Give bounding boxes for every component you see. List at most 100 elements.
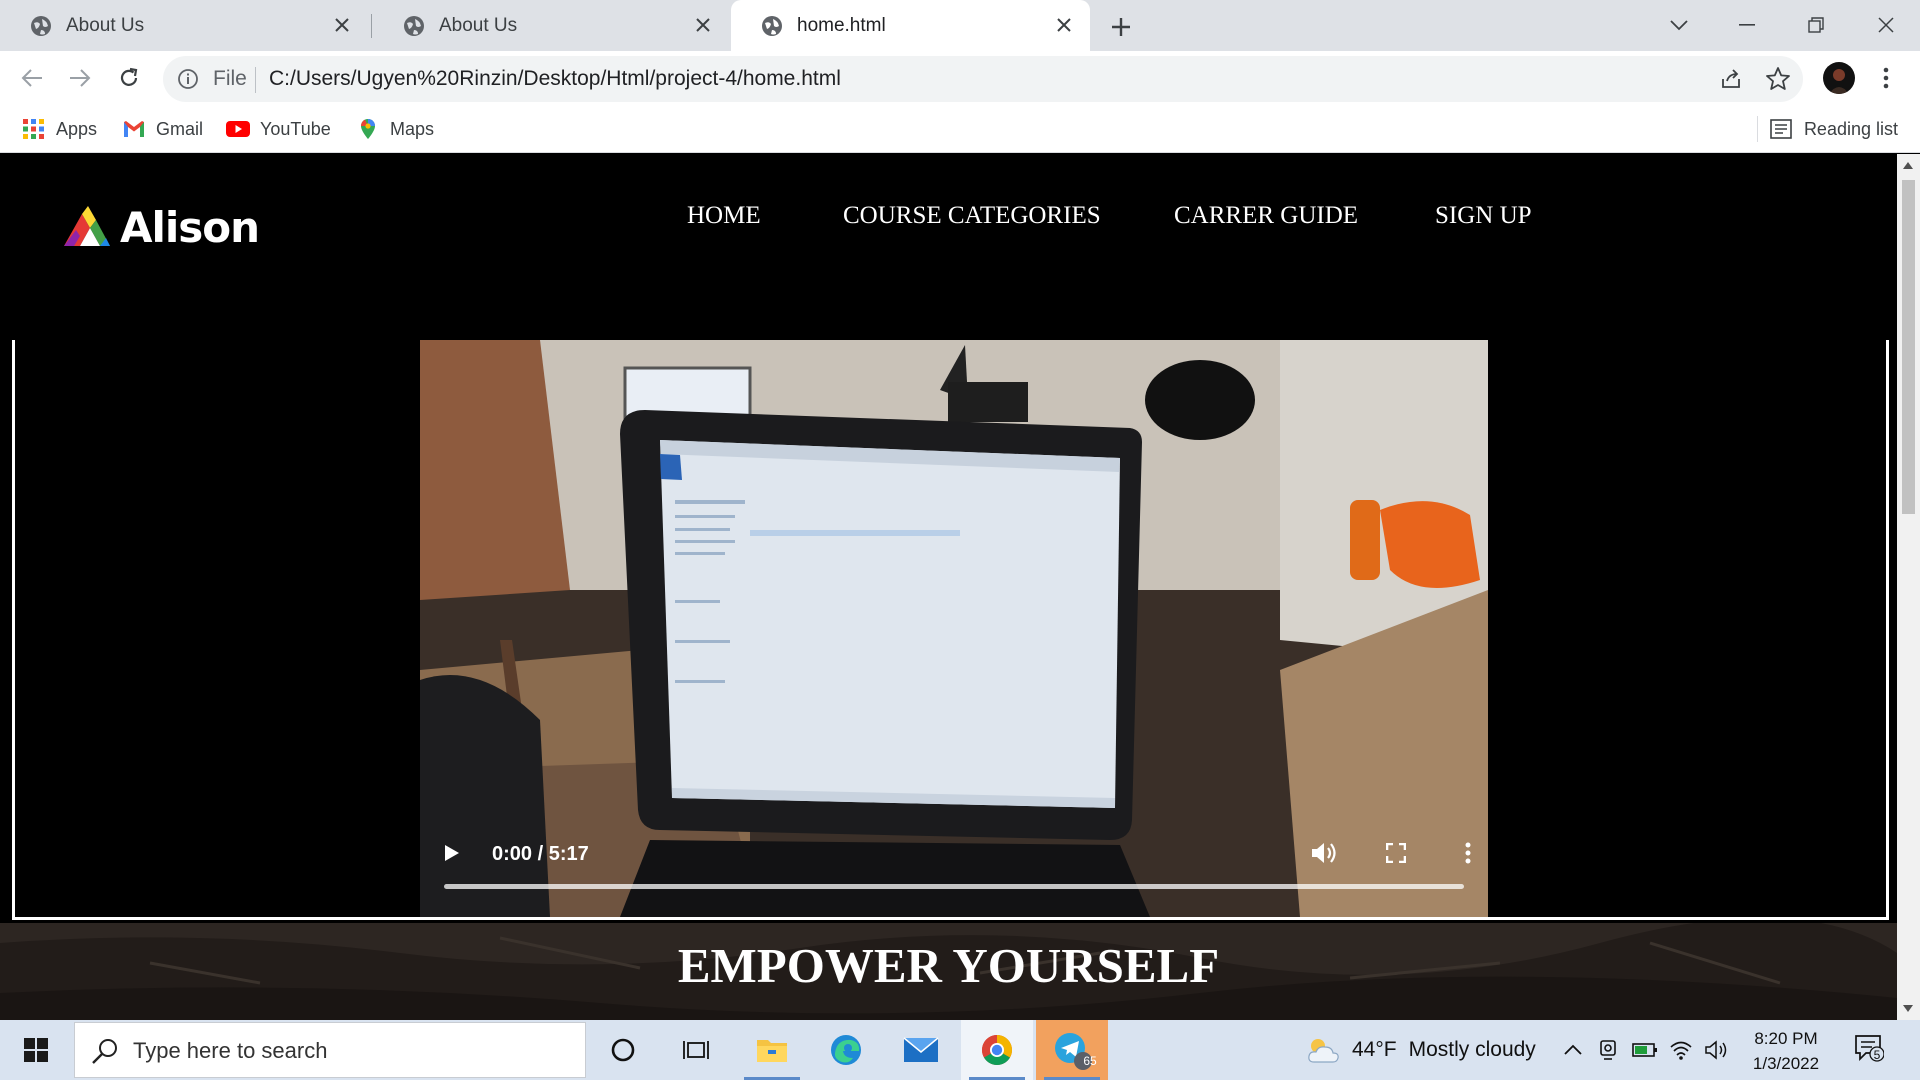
address-bar[interactable]: File C:/Users/Ugyen%20Rinzin/Desktop/Htm… [163, 56, 1803, 102]
notification-center-button[interactable]: 5 [1854, 1034, 1890, 1066]
video-player[interactable]: 0:00 / 5:17 [420, 340, 1488, 917]
clock-date: 1/3/2022 [1752, 1054, 1820, 1073]
video-options-button[interactable] [1452, 837, 1484, 869]
close-tab-icon[interactable] [330, 13, 354, 37]
browser-tab-active[interactable]: home.html [731, 0, 1090, 51]
video-container: 0:00 / 5:17 [12, 340, 1889, 920]
search-icon [92, 1039, 117, 1064]
taskbar-mail[interactable] [885, 1020, 957, 1080]
reload-icon [120, 67, 138, 86]
search-placeholder: Type here to search [133, 1038, 328, 1063]
taskbar-clock[interactable]: 8:20 PM 1/3/2022 [1730, 1026, 1842, 1076]
close-tab-icon[interactable] [691, 13, 715, 37]
tab-search-button[interactable] [1659, 8, 1699, 42]
video-time: 0:00 / 5:17 [492, 843, 589, 865]
task-view-icon [683, 1041, 709, 1059]
nav-link-home[interactable]: HOME [687, 202, 761, 230]
bookmarks-bar: Apps Gmail YouTube Maps Reading list [0, 105, 1920, 153]
back-button[interactable] [18, 64, 46, 92]
arrow-right-icon [70, 69, 91, 87]
info-icon[interactable] [177, 68, 199, 90]
browser-tab[interactable]: About Us [0, 0, 368, 51]
clock-time: 8:20 PM [1754, 1029, 1818, 1048]
url-text[interactable]: C:/Users/Ugyen%20Rinzin/Desktop/Html/pro… [269, 67, 841, 91]
taskbar-search-box[interactable]: Type here to search [74, 1022, 586, 1078]
globe-icon [404, 15, 424, 36]
page-scrollbar[interactable] [1897, 154, 1920, 1020]
alison-logo-icon [64, 206, 110, 246]
browser-tab-strip: About Us About Us home.html [0, 0, 1920, 51]
youtube-icon [226, 121, 250, 137]
telegram-badge: 65 [1083, 1054, 1097, 1068]
start-button[interactable] [0, 1020, 72, 1080]
bookmark-label: YouTube [260, 118, 331, 139]
nav-link-sign-up[interactable]: SIGN UP [1435, 202, 1532, 230]
new-tab-button[interactable] [1106, 12, 1136, 42]
bookmark-label: Maps [390, 118, 435, 139]
minimize-button[interactable] [1727, 8, 1767, 42]
fullscreen-icon [1386, 843, 1406, 863]
maps-icon [361, 119, 375, 139]
video-progress-bar[interactable] [444, 884, 1464, 889]
windows-logo-icon [24, 1038, 48, 1062]
taskbar-telegram[interactable]: 65 [1036, 1020, 1108, 1080]
scroll-up-icon[interactable] [1903, 162, 1913, 169]
wifi-icon [1670, 1041, 1692, 1060]
taskbar-edge[interactable] [810, 1020, 882, 1080]
page-viewport: Alison HOME COURSE CATEGORIES CARRER GUI… [0, 154, 1897, 1020]
volume-tray-button[interactable] [1704, 1037, 1730, 1063]
task-view-button[interactable] [660, 1020, 732, 1080]
share-icon[interactable] [1719, 67, 1743, 91]
video-frame-image [420, 340, 1488, 917]
scroll-down-icon[interactable] [1903, 1005, 1913, 1012]
taskbar-chrome[interactable] [961, 1020, 1033, 1080]
bookmark-gmail[interactable]: Gmail [122, 115, 203, 143]
play-button[interactable] [436, 837, 468, 869]
fullscreen-button[interactable] [1380, 837, 1412, 869]
meet-now-button[interactable] [1596, 1037, 1622, 1063]
tab-title: home.html [797, 14, 886, 36]
battery-button[interactable] [1632, 1037, 1658, 1063]
tab-title: About Us [66, 14, 145, 36]
volume-button[interactable] [1308, 837, 1340, 869]
close-tab-icon[interactable] [1052, 13, 1076, 37]
bookmark-apps[interactable]: Apps [22, 115, 97, 143]
bookmark-star-icon[interactable] [1765, 66, 1791, 92]
site-header: Alison HOME COURSE CATEGORIES CARRER GUI… [0, 154, 1897, 340]
close-icon [1878, 17, 1894, 33]
address-divider [255, 67, 256, 93]
reading-list-icon [1770, 119, 1792, 139]
restore-button[interactable] [1796, 8, 1836, 42]
nav-link-career-guide[interactable]: CARRER GUIDE [1174, 202, 1358, 230]
reload-button[interactable] [115, 64, 143, 92]
bookmark-youtube[interactable]: YouTube [226, 115, 331, 143]
browser-tab[interactable]: About Us [373, 0, 729, 51]
cortana-button[interactable] [587, 1020, 659, 1080]
taskbar-file-explorer[interactable] [736, 1020, 808, 1080]
kebab-menu-icon [1465, 842, 1471, 864]
tab-title: About Us [439, 14, 518, 36]
scrollbar-thumb[interactable] [1902, 180, 1915, 514]
chevron-down-icon [1670, 20, 1688, 31]
profile-avatar[interactable] [1823, 62, 1855, 94]
bookmark-maps[interactable]: Maps [356, 115, 434, 143]
close-window-button[interactable] [1866, 8, 1906, 42]
network-button[interactable] [1668, 1037, 1694, 1063]
bookmark-label: Gmail [156, 118, 204, 139]
reading-list-button[interactable]: Reading list [1756, 115, 1898, 143]
nav-link-course-categories[interactable]: COURSE CATEGORIES [843, 202, 1101, 230]
edge-icon [831, 1035, 861, 1065]
alison-logo[interactable]: Alison [60, 202, 260, 252]
browser-menu-button[interactable] [1876, 64, 1896, 92]
notification-count: 5 [1873, 1048, 1881, 1062]
bookmarks-divider [1756, 116, 1758, 142]
weather-widget[interactable]: 44°F Mostly cloudy [1306, 1020, 1536, 1080]
show-hidden-icons-button[interactable] [1560, 1037, 1586, 1063]
chevron-up-icon [1564, 1044, 1582, 1055]
plus-icon [1112, 18, 1130, 36]
weather-temp: 44°F [1352, 1038, 1397, 1061]
forward-button[interactable] [66, 64, 94, 92]
logo-text: Alison [120, 202, 260, 252]
cloudy-weather-icon [1308, 1039, 1339, 1063]
weather-text: Mostly cloudy [1408, 1038, 1536, 1061]
